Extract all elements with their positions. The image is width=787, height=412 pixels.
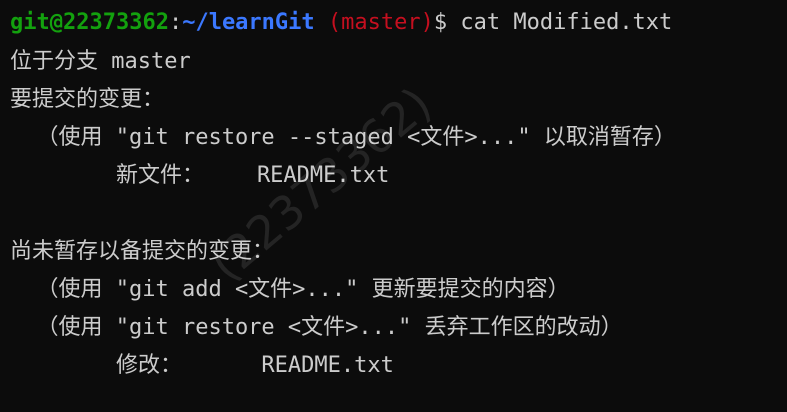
prompt-line: git@22373362:~/learnGit (master)$ cat Mo… bbox=[10, 4, 672, 42]
terminal-window[interactable]: ▔ ▔▔ ▔▔ git@22373362:~/learnGit (master)… bbox=[0, 0, 787, 412]
output-line-staged-header: 要提交的变更： bbox=[10, 87, 165, 112]
output-line-branch: 位于分支 master bbox=[10, 49, 191, 74]
prompt-branch: (master) bbox=[327, 10, 434, 35]
prompt-symbol: $ bbox=[433, 10, 448, 35]
output-line-modified: 修改： README.txt bbox=[10, 353, 394, 378]
output-line-restore-hint: （使用 "git restore <文件>..." 丢弃工作区的改动） bbox=[10, 315, 623, 340]
command-text: cat Modified.txt bbox=[460, 10, 673, 35]
prompt-colon: : bbox=[168, 10, 183, 35]
prompt-path: ~/learnGit bbox=[182, 10, 315, 35]
output-line-staged-hint: （使用 "git restore --staged <文件>..." 以取消暂存… bbox=[10, 125, 676, 150]
prompt-user-host: git@22373362 bbox=[10, 10, 169, 35]
output-line-add-hint: （使用 "git add <文件>..." 更新要提交的内容） bbox=[10, 277, 570, 302]
output-line-new-file: 新文件： README.txt bbox=[10, 163, 390, 188]
output-line-unstaged-header: 尚未暂存以备提交的变更： bbox=[10, 239, 275, 264]
